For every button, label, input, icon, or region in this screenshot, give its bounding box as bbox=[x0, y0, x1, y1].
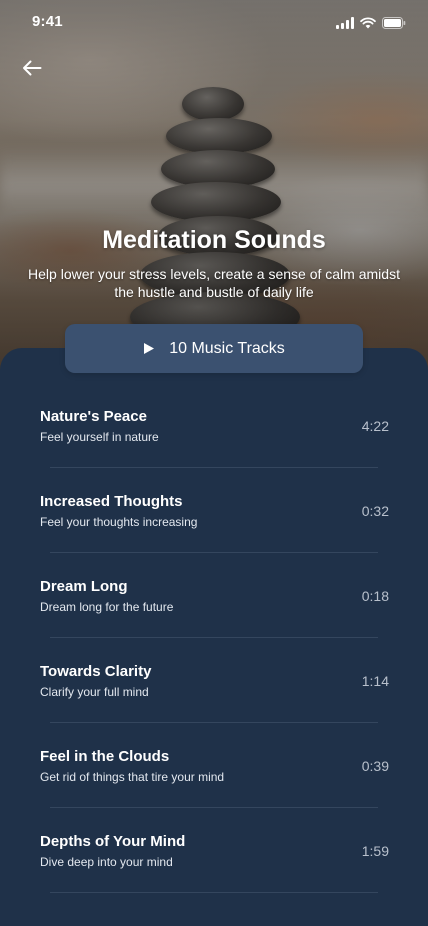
wifi-icon bbox=[360, 17, 376, 29]
track-duration: 1:59 bbox=[361, 843, 389, 859]
battery-icon bbox=[382, 17, 406, 29]
track-item[interactable]: Nature's Peace Feel yourself in nature 4… bbox=[0, 383, 428, 468]
track-description: Clarify your full mind bbox=[40, 685, 149, 699]
track-description: Feel your thoughts increasing bbox=[40, 515, 198, 529]
track-duration: 0:32 bbox=[361, 503, 389, 519]
track-item[interactable]: Increased Thoughts Feel your thoughts in… bbox=[0, 468, 428, 553]
track-item[interactable]: Towards Clarity Clarify your full mind 1… bbox=[0, 638, 428, 723]
track-list: Nature's Peace Feel yourself in nature 4… bbox=[0, 383, 428, 893]
track-description: Get rid of things that tire your mind bbox=[40, 770, 225, 784]
track-title: Towards Clarity bbox=[40, 663, 152, 680]
track-item[interactable]: Feel in the Clouds Get rid of things tha… bbox=[0, 723, 428, 808]
track-description: Feel yourself in nature bbox=[40, 430, 159, 444]
track-title: Nature's Peace bbox=[40, 408, 147, 425]
track-title: Increased Thoughts bbox=[40, 493, 183, 510]
track-description: Dream long for the future bbox=[40, 600, 174, 614]
track-description: Dive deep into your mind bbox=[40, 855, 173, 869]
status-time: 9:41 bbox=[32, 13, 63, 30]
arrow-left-icon bbox=[23, 60, 42, 76]
track-title: Depths of Your Mind bbox=[40, 833, 186, 850]
tracks-count-label: 10 Music Tracks bbox=[169, 339, 285, 357]
divider bbox=[50, 892, 378, 893]
track-duration: 1:14 bbox=[361, 673, 389, 689]
page-subtitle: Help lower your stress levels, create a … bbox=[28, 266, 400, 300]
meditation-sounds-screen: 9:41 Meditation Sounds Help lower your s… bbox=[0, 0, 428, 926]
track-duration: 0:39 bbox=[361, 758, 389, 774]
status-bar: 9:41 bbox=[0, 0, 428, 44]
track-duration: 0:18 bbox=[361, 588, 389, 604]
track-duration: 4:22 bbox=[361, 418, 389, 434]
page-title: Meditation Sounds bbox=[102, 226, 326, 254]
status-icons bbox=[336, 15, 406, 29]
track-title: Feel in the Clouds bbox=[40, 748, 170, 765]
cellular-signal-icon bbox=[336, 17, 354, 29]
track-item[interactable]: Dream Long Dream long for the future 0:1… bbox=[0, 553, 428, 638]
back-button[interactable] bbox=[18, 54, 46, 82]
play-all-tracks-button[interactable]: 10 Music Tracks bbox=[65, 324, 363, 373]
track-item[interactable]: Depths of Your Mind Dive deep into your … bbox=[0, 808, 428, 893]
play-icon bbox=[144, 343, 155, 354]
track-title: Dream Long bbox=[40, 578, 128, 595]
